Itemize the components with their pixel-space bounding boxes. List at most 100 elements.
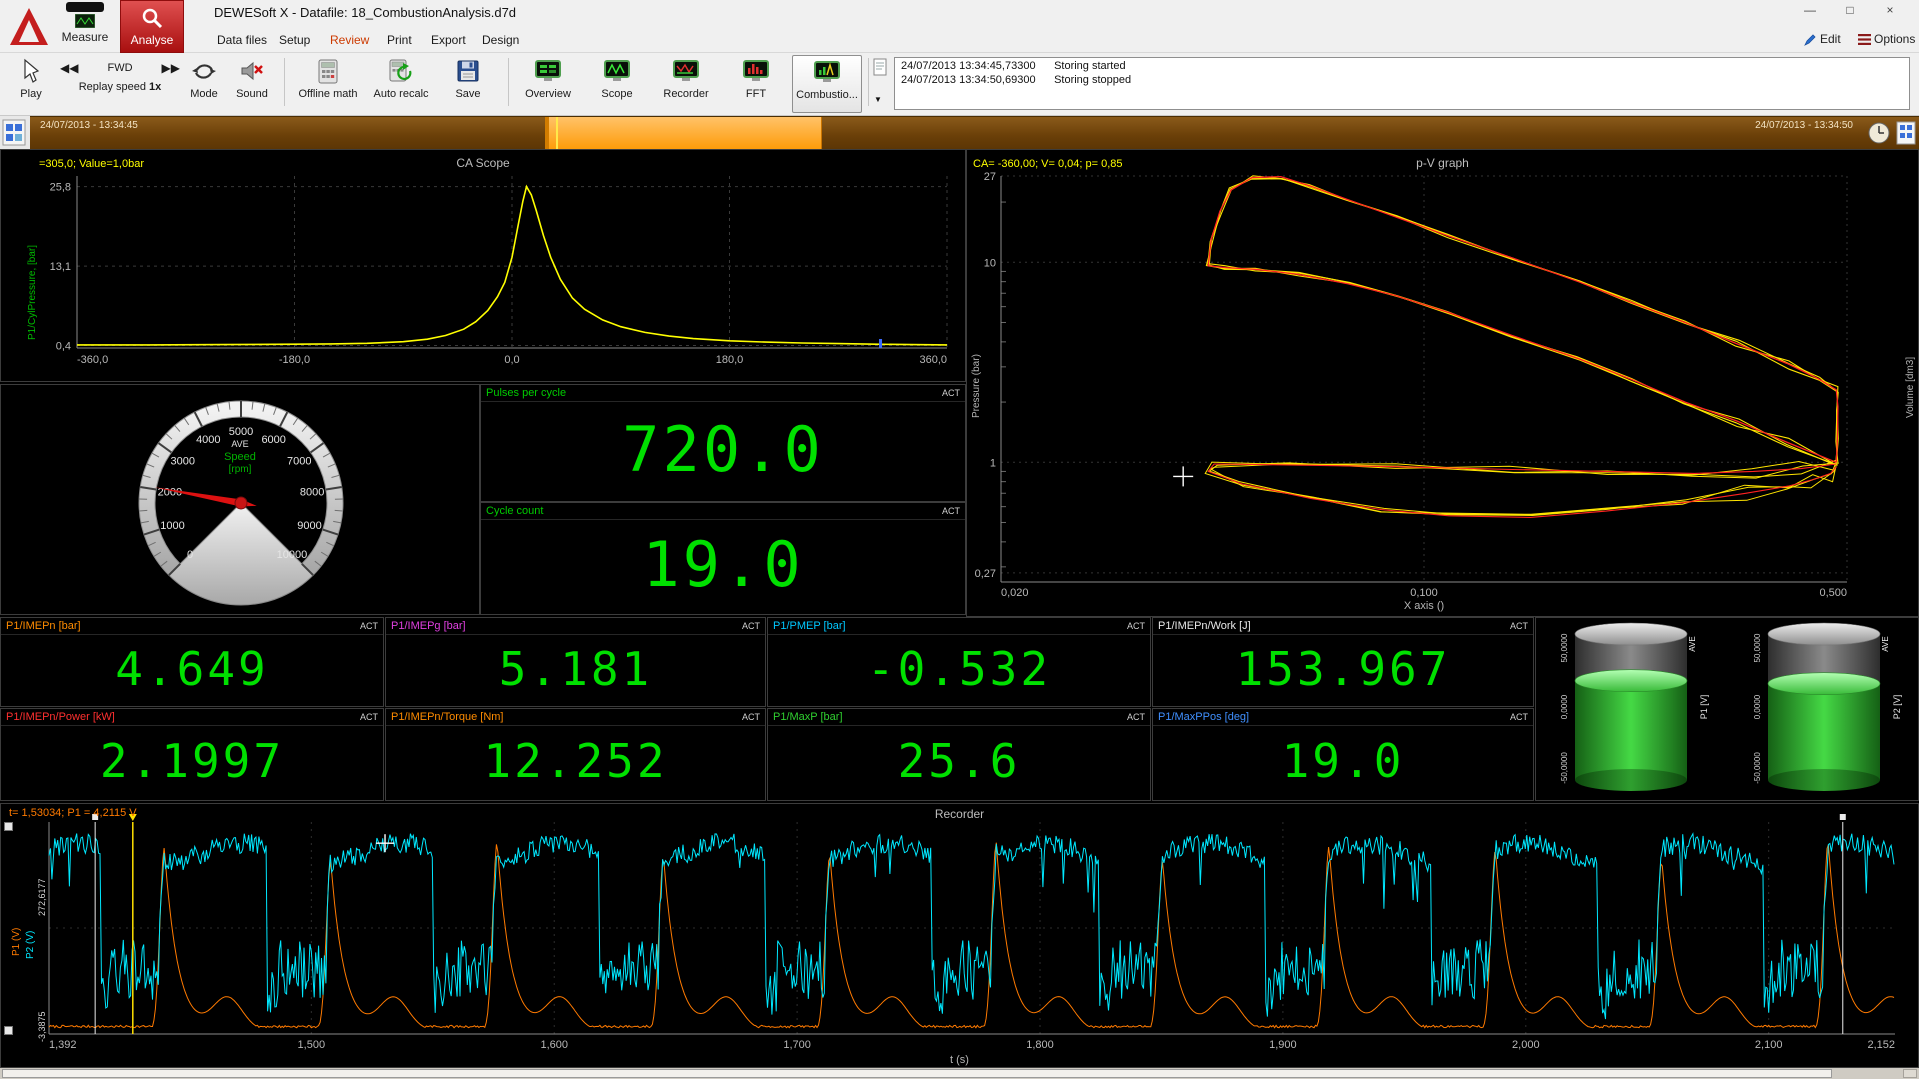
fft-icon [743, 59, 769, 83]
svg-text:1,800: 1,800 [1026, 1039, 1054, 1051]
resize-grip-icon[interactable] [1903, 1069, 1917, 1078]
imepg-meter: P1/IMEPg [bar]ACT 5.181 [385, 617, 766, 707]
view-recorder-button[interactable]: Recorder [652, 55, 720, 113]
ca-scope-panel: =305,0; Value=1,0bar CA Scope P1/CylPres… [0, 149, 966, 382]
menu-print[interactable]: Print [387, 33, 412, 47]
view-recorder-label: Recorder [663, 88, 708, 100]
recorder-bottom-scale-value: -3,3875 [37, 1011, 47, 1042]
p2-trace [49, 834, 1894, 1020]
offline-math-button[interactable]: Offline math [292, 55, 364, 113]
recorder-ch2-label: P2 (V) [25, 931, 36, 959]
svg-text:0,0000: 0,0000 [1753, 694, 1762, 719]
menu-data-files[interactable]: Data files [217, 33, 267, 47]
meter-value: 19.0 [1153, 726, 1533, 796]
pv-cycle-trace [1208, 179, 1838, 465]
minimize-button[interactable]: — [1796, 0, 1824, 20]
menu-review[interactable]: Review [330, 33, 369, 47]
meter-label: P1/IMEPg [bar] [391, 620, 466, 632]
timeline-grid-icon[interactable] [2, 119, 26, 146]
measure-icon [75, 14, 95, 28]
meter-value: 2.1997 [1, 726, 383, 796]
toolbar-separator [284, 58, 285, 106]
cylinder-bar-graphs[interactable]: 50,00000,0000-50,0000AVEP1 [V]50,00000,0… [1536, 618, 1918, 800]
clock-icon[interactable] [1867, 121, 1891, 145]
timeline-selection[interactable] [545, 117, 822, 150]
menu-export[interactable]: Export [431, 33, 466, 47]
svg-text:P2 [V]: P2 [V] [1892, 695, 1902, 720]
toolbar-overflow-arrow-icon[interactable]: ▼ [874, 95, 882, 104]
sound-button[interactable]: Sound [228, 55, 276, 113]
play-button[interactable]: Play [8, 55, 54, 113]
event-row: 24/07/2013 13:34:50,69300 Storing stoppe… [901, 74, 1903, 88]
meter-value: -0.532 [768, 635, 1150, 703]
pv-graph-panel: CA= -360,00; V= 0,04; p= 0,85 p-V graph … [966, 149, 1919, 617]
timeline-cursor[interactable] [556, 117, 558, 150]
scrollbar-thumb[interactable] [2, 1069, 1832, 1078]
edit-button[interactable]: Edit [1804, 32, 1841, 46]
fwd-label: FWD [107, 62, 132, 74]
view-scope-button[interactable]: Scope [586, 55, 648, 113]
event-text: Storing started [1054, 60, 1126, 72]
cylinder-fill-level [1575, 670, 1687, 692]
pv-graph-chart[interactable]: 271010,270,0200,1000,500 [967, 150, 1918, 616]
toolbar: Play ◀◀ FWD ▶▶ Replay speed 1x Mode Soun… [0, 53, 1919, 116]
meter-value: 153.967 [1153, 635, 1533, 703]
pulses-per-cycle-display: Pulses per cycle ACT 720.0 [480, 384, 966, 502]
svg-text:AVE: AVE [1688, 636, 1697, 651]
gauge-name-label: Speed [1, 451, 479, 463]
axis-handle-icon[interactable] [4, 1026, 13, 1035]
measure-tab[interactable]: Measure [54, 0, 116, 53]
menu-setup[interactable]: Setup [279, 33, 310, 47]
ca-scope-chart[interactable]: 25,813,10,4-360,0-180,00,0180,0360,0 [1, 150, 965, 381]
auto-recalc-label: Auto recalc [373, 88, 428, 100]
recorder-chart[interactable]: 1,3921,5001,6001,7001,8001,9002,0002,100… [1, 804, 1918, 1053]
calculator-icon [318, 59, 338, 84]
horizontal-scrollbar[interactable] [0, 1068, 1919, 1079]
replay-speed-value[interactable]: 1x [149, 81, 161, 93]
ca-cursor-marker [879, 339, 882, 348]
analyse-tab[interactable]: Analyse [120, 0, 184, 53]
svg-text:360,0: 360,0 [919, 354, 947, 366]
ca-y-axis-label: P1/CylPressure, [bar] [27, 245, 38, 340]
svg-text:0,27: 0,27 [975, 568, 996, 580]
save-button[interactable]: Save [440, 55, 496, 113]
view-overview-label: Overview [525, 88, 571, 100]
svg-text:0,020: 0,020 [1001, 587, 1029, 599]
forward-button[interactable]: ▶▶ [162, 61, 180, 75]
act-badge: ACT [1510, 712, 1528, 722]
close-button[interactable]: × [1876, 0, 1904, 20]
pencil-icon [1804, 33, 1817, 46]
svg-text:50,0000: 50,0000 [1753, 633, 1762, 662]
maximize-button[interactable]: □ [1836, 0, 1864, 20]
act-badge: ACT [1510, 621, 1528, 631]
full-view-icon[interactable] [1896, 121, 1916, 145]
view-fft-button[interactable]: FFT [726, 55, 786, 113]
axis-handle-icon[interactable] [4, 822, 13, 831]
event-log[interactable]: 24/07/2013 13:34:45,73300 Storing starte… [894, 57, 1910, 110]
rewind-button[interactable]: ◀◀ [60, 61, 78, 75]
notes-icon[interactable] [873, 58, 887, 76]
svg-text:8000: 8000 [300, 487, 324, 499]
view-scope-label: Scope [601, 88, 632, 100]
act-badge: ACT [942, 506, 960, 516]
replay-timeline[interactable]: 24/07/2013 - 13:34:45 24/07/2013 - 13:34… [0, 116, 1919, 149]
svg-text:0,4: 0,4 [56, 340, 71, 352]
auto-recalc-button[interactable]: Auto recalc [366, 55, 436, 113]
mode-button[interactable]: Mode [182, 55, 226, 113]
speed-gauge[interactable]: 0100020003000400050006000700080009000100… [1, 385, 479, 614]
toolbar-separator [868, 58, 869, 106]
recorder-top-scale-value: 272,6177 [37, 878, 47, 916]
svg-text:1,600: 1,600 [540, 1039, 568, 1051]
options-button[interactable]: Options [1858, 32, 1915, 46]
view-fft-label: FFT [746, 88, 766, 100]
titlebar: Measure Analyse DEWESoft X - Datafile: 1… [0, 0, 1919, 53]
cylinder-fill-level [1768, 673, 1880, 695]
save-floppy-icon [457, 60, 479, 82]
overview-icon [535, 59, 561, 83]
view-overview-button[interactable]: Overview [516, 55, 580, 113]
meter-value: 4.649 [1, 635, 383, 703]
view-combustion-button[interactable]: Combustio... [792, 55, 862, 113]
analyse-tab-label: Analyse [121, 33, 183, 47]
timeline-track[interactable]: 24/07/2013 - 13:34:45 24/07/2013 - 13:34… [30, 116, 1919, 149]
menu-design[interactable]: Design [482, 33, 519, 47]
